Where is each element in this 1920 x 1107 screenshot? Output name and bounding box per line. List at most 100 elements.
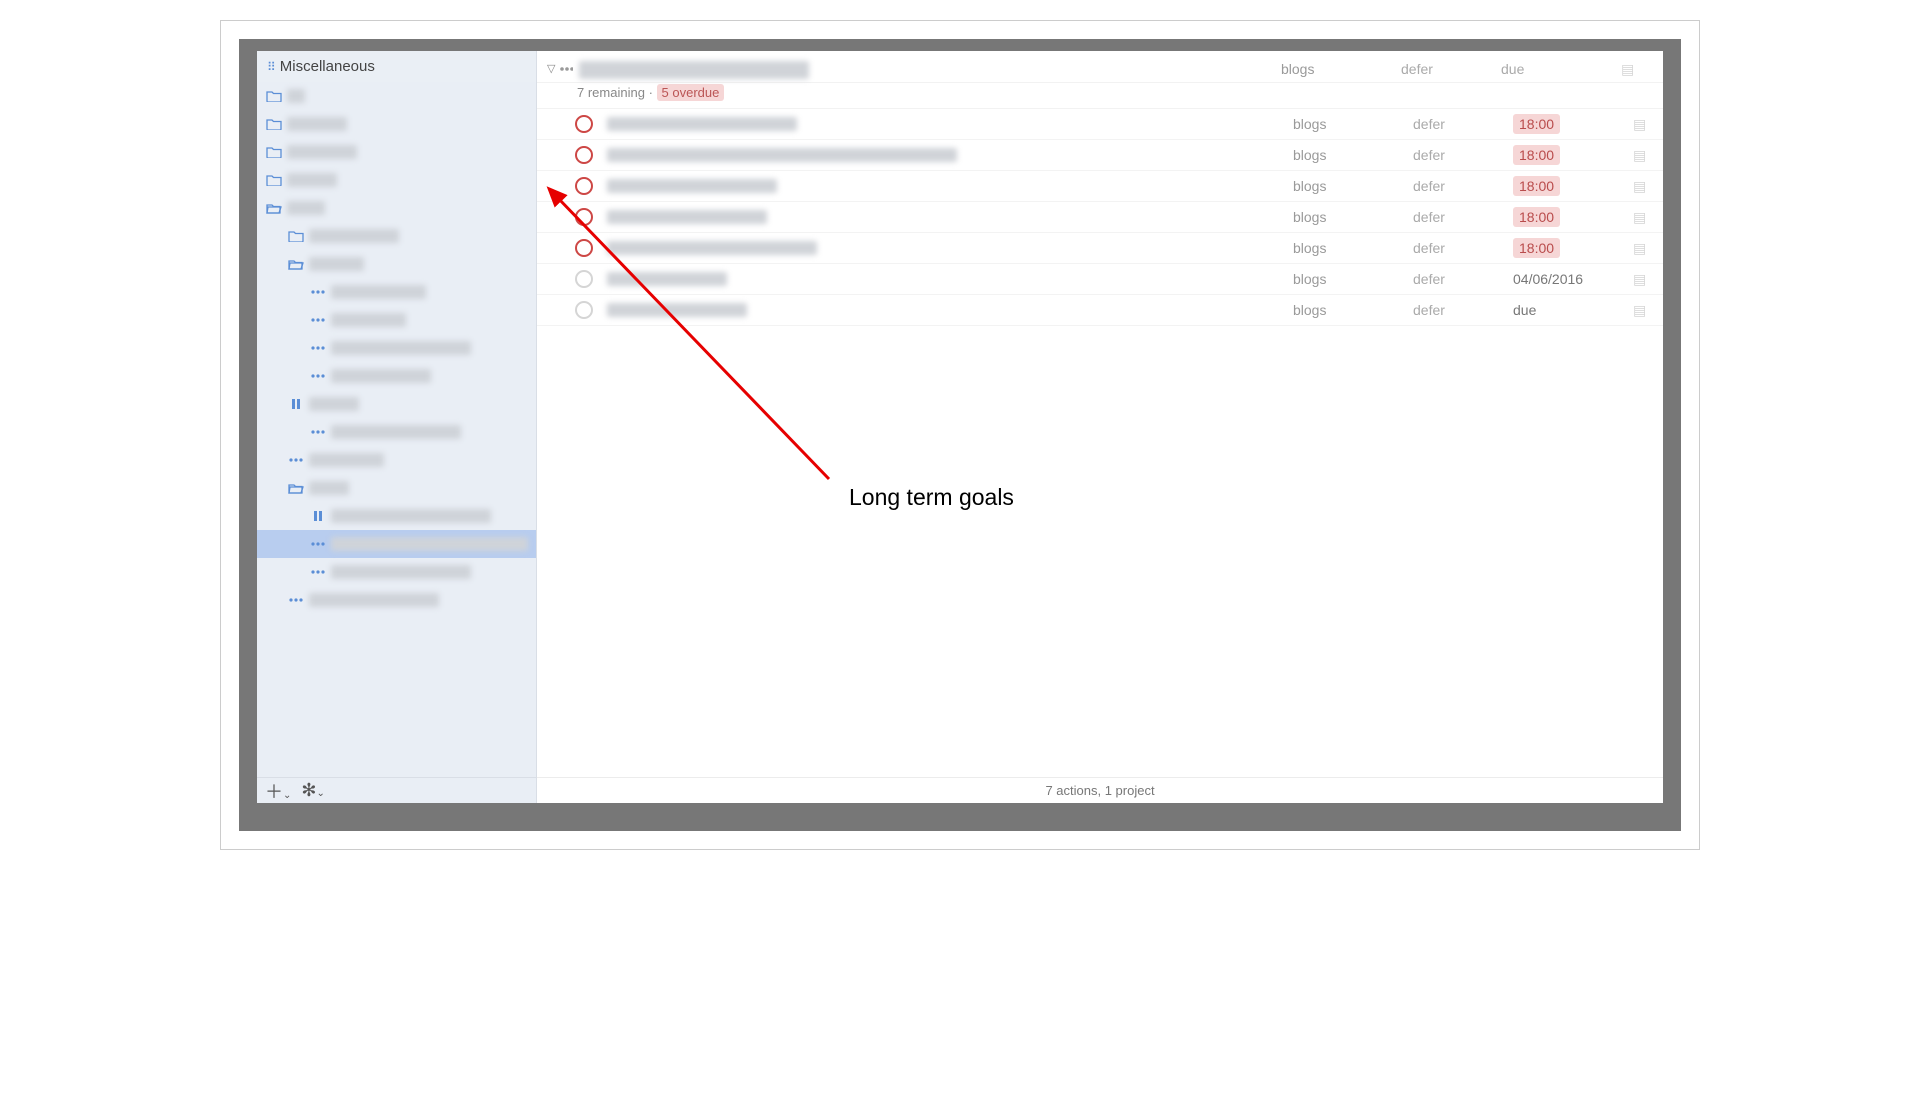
- task-checkbox[interactable]: [575, 239, 593, 257]
- sidebar-item[interactable]: [257, 446, 536, 474]
- task-tag[interactable]: blogs: [1293, 116, 1413, 132]
- app-window: ⠿ Miscellaneous ▽ blogs defer due: [257, 51, 1663, 803]
- sidebar-item[interactable]: [257, 334, 536, 362]
- task-row[interactable]: blogsdefer18:00▤: [537, 171, 1663, 202]
- sidebar-item[interactable]: [257, 586, 536, 614]
- sidebar-item-label: [287, 89, 305, 103]
- task-row[interactable]: blogsdefer18:00▤: [537, 202, 1663, 233]
- project-header[interactable]: ▽ blogs defer due ▤: [537, 51, 1663, 83]
- task-list: blogsdefer18:00▤blogsdefer18:00▤blogsdef…: [537, 109, 1663, 326]
- task-row[interactable]: blogsdeferdue▤: [537, 295, 1663, 326]
- seq-icon: [309, 316, 327, 324]
- task-tag[interactable]: blogs: [1293, 302, 1413, 318]
- task-checkbox[interactable]: [575, 301, 593, 319]
- folder-icon: [287, 230, 305, 242]
- note-icon[interactable]: ▤: [1633, 147, 1663, 164]
- disclosure-triangle-icon[interactable]: ▽: [547, 62, 555, 75]
- sidebar-item[interactable]: [257, 138, 536, 166]
- header-due[interactable]: due: [1501, 61, 1621, 78]
- sidebar-item-label: [331, 509, 491, 523]
- note-icon[interactable]: ▤: [1633, 302, 1663, 319]
- sidebar-item-label: [331, 341, 471, 355]
- task-row[interactable]: blogsdefer18:00▤: [537, 233, 1663, 264]
- note-icon[interactable]: ▤: [1633, 271, 1663, 288]
- task-title[interactable]: [607, 148, 957, 162]
- project-title[interactable]: [579, 61, 809, 79]
- sidebar-item[interactable]: [257, 502, 536, 530]
- task-title[interactable]: [607, 117, 797, 131]
- task-tag[interactable]: blogs: [1293, 240, 1413, 256]
- sidebar-footer: ＋⌄ ✻⌄: [257, 777, 537, 803]
- task-due[interactable]: 18:00: [1513, 238, 1633, 258]
- task-title[interactable]: [607, 210, 767, 224]
- task-due[interactable]: due: [1513, 302, 1633, 318]
- task-checkbox[interactable]: [575, 208, 593, 226]
- task-due[interactable]: 18:00: [1513, 176, 1633, 196]
- seq-icon: [309, 372, 327, 380]
- sidebar-item[interactable]: [257, 250, 536, 278]
- project-status-line: 7 remaining · 5 overdue: [537, 83, 1663, 109]
- sidebar-item-label: [287, 201, 325, 215]
- sidebar-header[interactable]: ⠿ Miscellaneous: [257, 51, 536, 82]
- seq-icon: [309, 288, 327, 296]
- sidebar-item[interactable]: [257, 306, 536, 334]
- task-checkbox[interactable]: [575, 115, 593, 133]
- task-checkbox[interactable]: [575, 270, 593, 288]
- pause-icon: [309, 510, 327, 522]
- sidebar-item[interactable]: [257, 558, 536, 586]
- note-icon[interactable]: ▤: [1621, 61, 1651, 78]
- add-button[interactable]: ＋⌄: [265, 778, 291, 804]
- sidebar-item[interactable]: [257, 418, 536, 446]
- sidebar-list: [257, 82, 536, 614]
- sidebar-item[interactable]: [257, 390, 536, 418]
- note-icon[interactable]: ▤: [1633, 209, 1663, 226]
- task-row[interactable]: blogsdefer04/06/2016▤: [537, 264, 1663, 295]
- sidebar-item[interactable]: [257, 474, 536, 502]
- task-due[interactable]: 18:00: [1513, 207, 1633, 227]
- sidebar-item[interactable]: [257, 278, 536, 306]
- note-icon[interactable]: ▤: [1633, 240, 1663, 257]
- sidebar-item-label: [331, 313, 406, 327]
- note-icon[interactable]: ▤: [1633, 116, 1663, 133]
- sidebar-item[interactable]: [257, 166, 536, 194]
- seq-icon: [309, 568, 327, 576]
- task-title[interactable]: [607, 303, 747, 317]
- task-defer[interactable]: defer: [1413, 302, 1513, 318]
- task-title[interactable]: [607, 179, 777, 193]
- task-row[interactable]: blogsdefer18:00▤: [537, 109, 1663, 140]
- task-defer[interactable]: defer: [1413, 147, 1513, 163]
- task-checkbox[interactable]: [575, 146, 593, 164]
- task-tag[interactable]: blogs: [1293, 178, 1413, 194]
- header-tag[interactable]: blogs: [1281, 61, 1401, 78]
- sidebar-item[interactable]: [257, 82, 536, 110]
- sidebar-item[interactable]: [257, 110, 536, 138]
- sidebar-item-label: [287, 173, 337, 187]
- status-separator: ·: [649, 85, 657, 100]
- gear-button[interactable]: ✻⌄: [301, 780, 324, 801]
- header-defer[interactable]: defer: [1401, 61, 1501, 78]
- task-title[interactable]: [607, 272, 727, 286]
- sidebar-item-label: [287, 145, 357, 159]
- sidebar-item[interactable]: [257, 362, 536, 390]
- task-defer[interactable]: defer: [1413, 178, 1513, 194]
- task-defer[interactable]: defer: [1413, 116, 1513, 132]
- folder-open-icon: [287, 482, 305, 494]
- sidebar-item[interactable]: [257, 222, 536, 250]
- task-defer[interactable]: defer: [1413, 209, 1513, 225]
- task-tag[interactable]: blogs: [1293, 147, 1413, 163]
- folder-icon: [265, 90, 283, 102]
- task-defer[interactable]: defer: [1413, 240, 1513, 256]
- sidebar-item[interactable]: [257, 530, 536, 558]
- task-row[interactable]: blogsdefer18:00▤: [537, 140, 1663, 171]
- task-tag[interactable]: blogs: [1293, 271, 1413, 287]
- task-due[interactable]: 18:00: [1513, 145, 1633, 165]
- task-due[interactable]: 04/06/2016: [1513, 271, 1633, 287]
- task-defer[interactable]: defer: [1413, 271, 1513, 287]
- sidebar-item[interactable]: [257, 194, 536, 222]
- note-icon[interactable]: ▤: [1633, 178, 1663, 195]
- remaining-count: 7 remaining: [577, 85, 645, 100]
- task-title[interactable]: [607, 241, 817, 255]
- task-checkbox[interactable]: [575, 177, 593, 195]
- task-tag[interactable]: blogs: [1293, 209, 1413, 225]
- task-due[interactable]: 18:00: [1513, 114, 1633, 134]
